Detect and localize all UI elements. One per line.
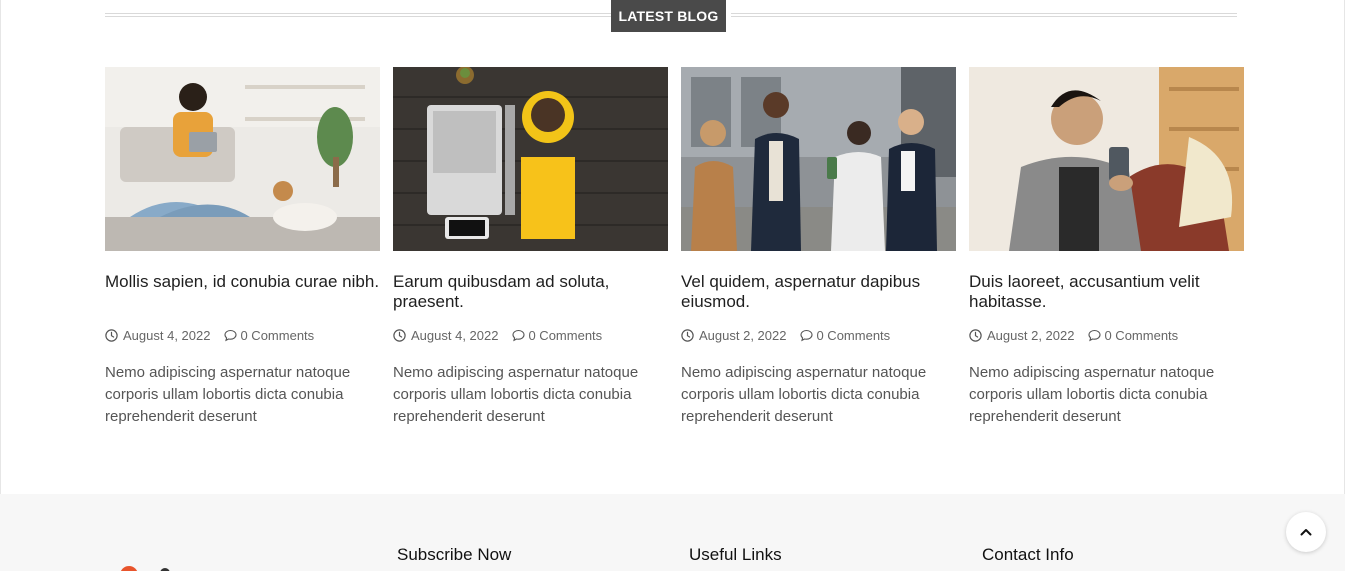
post-excerpt: Nemo adipiscing aspernatur natoque corpo… (969, 364, 1215, 425)
post-title[interactable]: Mollis sapien, id conubia curae nibh. (105, 272, 380, 314)
clock-icon (393, 328, 406, 342)
post-meta: August 2, 2022 0 Comments (969, 327, 1244, 343)
blog-card: Duis laoreet, accusantium velit habitass… (969, 67, 1244, 428)
blog-card: Earum quibusdam ad soluta, praesent. Aug… (393, 67, 668, 428)
blog-card: Mollis sapien, id conubia curae nibh. Au… (105, 67, 380, 428)
post-title[interactable]: Vel quidem, aspernatur dapibus eiusmod. (681, 272, 956, 314)
footer-heading-subscribe: Subscribe Now (397, 545, 512, 564)
section-header: LATEST BLOG (105, 0, 1237, 32)
post-date[interactable]: August 4, 2022 (123, 328, 210, 343)
post-comments-link[interactable]: 0 Comments (240, 328, 314, 343)
section-title: LATEST BLOG (611, 0, 726, 32)
footer-heading-useful-links: Useful Links (689, 545, 782, 564)
clock-icon (105, 328, 118, 342)
header-divider-right (731, 13, 1237, 17)
post-meta: August 4, 2022 0 Comments (105, 327, 380, 343)
clock-icon (969, 328, 982, 342)
post-excerpt: Nemo adipiscing aspernatur natoque corpo… (105, 364, 351, 425)
post-date[interactable]: August 2, 2022 (987, 328, 1074, 343)
comment-icon (512, 329, 526, 341)
post-comments-link[interactable]: 0 Comments (816, 328, 890, 343)
post-date[interactable]: August 2, 2022 (699, 328, 786, 343)
post-thumbnail[interactable] (681, 67, 956, 251)
comment-icon (224, 329, 238, 341)
post-meta: August 2, 2022 0 Comments (681, 327, 956, 343)
footer: Subscribe Now Useful Links Contact Info (0, 494, 1345, 571)
post-title[interactable]: Duis laoreet, accusantium velit habitass… (969, 272, 1244, 314)
footer-logo[interactable] (120, 566, 138, 571)
blog-cards: Mollis sapien, id conubia curae nibh. Au… (105, 67, 1245, 447)
header-divider-left (105, 13, 611, 17)
footer-heading-contact-info: Contact Info (982, 545, 1074, 564)
post-thumbnail[interactable] (105, 67, 380, 251)
post-image (969, 67, 1244, 251)
post-thumbnail[interactable] (393, 67, 668, 251)
clock-icon (681, 328, 694, 342)
post-excerpt: Nemo adipiscing aspernatur natoque corpo… (393, 364, 639, 425)
scroll-to-top-button[interactable] (1286, 512, 1326, 552)
comment-icon (800, 329, 814, 341)
post-image (681, 67, 956, 251)
post-excerpt: Nemo adipiscing aspernatur natoque corpo… (681, 364, 927, 425)
comment-icon (1088, 329, 1102, 341)
post-meta: August 4, 2022 0 Comments (393, 327, 668, 343)
post-title[interactable]: Earum quibusdam ad soluta, praesent. (393, 272, 668, 314)
post-image (393, 67, 668, 251)
post-date[interactable]: August 4, 2022 (411, 328, 498, 343)
post-comments-link[interactable]: 0 Comments (528, 328, 602, 343)
post-thumbnail[interactable] (969, 67, 1244, 251)
blog-card: Vel quidem, aspernatur dapibus eiusmod. … (681, 67, 956, 428)
post-comments-link[interactable]: 0 Comments (1104, 328, 1178, 343)
post-image (105, 67, 380, 251)
chevron-up-icon (1300, 529, 1312, 536)
